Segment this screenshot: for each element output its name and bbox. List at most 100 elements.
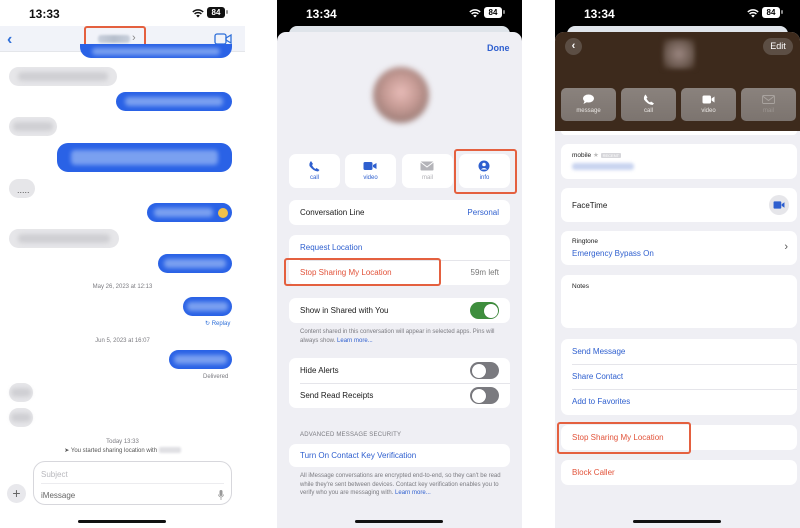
contact-sheet: ‹ Edit message call video mail mobile ★ …: [555, 32, 800, 528]
phone-number-blurred: [572, 163, 634, 170]
video-button[interactable]: video: [681, 88, 736, 121]
messages-conversation-screen: 13:33 84 ‹ › ..... May 26, 2023 at 12:13…: [0, 0, 245, 528]
shared-with-you-row: Show in Shared with You: [289, 298, 510, 323]
subject-input[interactable]: Subject: [41, 470, 68, 479]
message-bubble-outgoing[interactable]: [147, 203, 232, 222]
edit-button[interactable]: Edit: [763, 38, 793, 55]
message-bubble-incoming[interactable]: [9, 117, 57, 136]
shared-with-you-footnote: Content shared in this conversation will…: [300, 329, 495, 344]
back-chevron-icon[interactable]: ‹: [7, 31, 12, 49]
facetime-video-button[interactable]: [769, 195, 789, 215]
done-button[interactable]: Done: [487, 43, 510, 53]
header-card-edge: [561, 131, 797, 135]
call-button[interactable]: call: [289, 154, 340, 188]
message-bubble-outgoing[interactable]: [57, 143, 232, 172]
message-bubble-icon: [583, 94, 594, 104]
read-receipts-toggle[interactable]: [470, 387, 499, 404]
stop-sharing-highlight-box: [557, 422, 691, 454]
today-timestamp: Today 13:33: [106, 439, 139, 445]
contact-name-blurred: [158, 447, 181, 454]
mail-button[interactable]: mail: [402, 154, 453, 188]
battery-tip: [226, 10, 228, 14]
call-button[interactable]: call: [621, 88, 676, 121]
home-indicator[interactable]: [355, 520, 443, 523]
battery-tip: [781, 10, 783, 14]
message-bubble-outgoing[interactable]: [80, 44, 232, 58]
contact-card-screen: 13:34 84 ‹ Edit message call video mail …: [555, 0, 800, 528]
video-camera-icon: [773, 201, 785, 209]
conversation-line-value[interactable]: Personal: [467, 208, 499, 217]
compose-divider: [41, 483, 224, 484]
battery-icon: 84: [762, 7, 780, 18]
mail-button[interactable]: mail: [741, 88, 796, 121]
status-bar: 13:33 84: [0, 0, 245, 26]
security-footnote: All iMessage conversations are encrypted…: [300, 473, 501, 496]
video-button[interactable]: video: [345, 154, 396, 188]
message-bubble-outgoing[interactable]: [169, 350, 232, 369]
back-button[interactable]: ‹: [565, 38, 582, 55]
conversation-info-screen: 13:34 84 Done call video mail info Conve…: [277, 0, 522, 528]
learn-more-link[interactable]: Learn more...: [395, 490, 431, 496]
share-contact-row[interactable]: Share Contact: [561, 364, 797, 389]
message-bubble-outgoing[interactable]: [116, 92, 232, 111]
stop-sharing-highlight-box: [284, 258, 441, 286]
facetime-card: FaceTime: [561, 188, 797, 222]
emoji-icon: [218, 208, 228, 218]
add-attachment-button[interactable]: +: [7, 484, 26, 503]
compose-field[interactable]: Subject iMessage: [33, 461, 232, 505]
ringtone-card[interactable]: Ringtone Emergency Bypass On ›: [561, 231, 797, 265]
ringtone-label: Ringtone: [572, 238, 599, 245]
conversation-line-row[interactable]: Conversation Line Personal: [289, 200, 510, 225]
read-receipts-row: Send Read Receipts: [289, 383, 510, 408]
star-icon: ★: [592, 152, 599, 159]
status-time: 13:34: [306, 7, 337, 21]
ringtone-value: Emergency Bypass On: [572, 249, 654, 258]
message-button[interactable]: message: [561, 88, 616, 121]
chevron-right-icon: ›: [132, 32, 136, 44]
recent-badge: RECENT: [600, 152, 622, 158]
request-location-row[interactable]: Request Location: [289, 235, 510, 260]
contact-key-card: Turn On Contact Key Verification: [289, 444, 510, 467]
microphone-icon[interactable]: [218, 490, 224, 500]
message-bubble-incoming[interactable]: [9, 383, 33, 402]
message-bubble-incoming[interactable]: [9, 67, 117, 86]
battery-tip: [503, 10, 505, 14]
timestamp: Jun 5, 2023 at 16:07: [95, 338, 150, 344]
security-section-header: ADVANCED MESSAGE SECURITY: [300, 432, 402, 438]
send-message-row[interactable]: Send Message: [561, 339, 797, 364]
imessage-input[interactable]: iMessage: [41, 491, 75, 500]
hide-alerts-row: Hide Alerts: [289, 358, 510, 383]
message-bubble-incoming[interactable]: .....: [9, 179, 35, 198]
mail-icon: [762, 95, 775, 104]
message-bubble-outgoing[interactable]: [158, 254, 232, 273]
home-indicator[interactable]: [78, 520, 166, 523]
learn-more-link[interactable]: Learn more...: [337, 338, 373, 344]
shared-with-you-card: Show in Shared with You: [289, 298, 510, 323]
contact-key-verification-row[interactable]: Turn On Contact Key Verification: [289, 443, 510, 468]
contact-actions-card: Send Message Share Contact Add to Favori…: [561, 339, 797, 415]
home-indicator[interactable]: [633, 520, 721, 523]
phone-number-card[interactable]: mobile ★ RECENT: [561, 144, 797, 179]
shared-with-you-toggle[interactable]: [470, 302, 499, 319]
notes-label: Notes: [572, 283, 589, 290]
conversation-line-card: Conversation Line Personal: [289, 200, 510, 225]
message-bubble-incoming[interactable]: [9, 408, 33, 427]
block-caller-card: Block Caller: [561, 460, 797, 485]
info-highlight-box: [454, 149, 517, 194]
add-to-favorites-row[interactable]: Add to Favorites: [561, 389, 797, 414]
facetime-label: FaceTime: [572, 201, 608, 210]
notes-card[interactable]: Notes: [561, 275, 797, 328]
block-caller-row[interactable]: Block Caller: [561, 460, 797, 485]
hide-alerts-toggle[interactable]: [470, 362, 499, 379]
video-camera-icon: [702, 95, 715, 104]
status-time: 13:34: [584, 7, 615, 21]
phone-label: mobile ★ RECENT: [572, 152, 622, 159]
message-bubble-outgoing[interactable]: [183, 297, 232, 316]
replay-link[interactable]: ↻ Replay: [205, 320, 230, 327]
timestamp: May 26, 2023 at 12:13: [92, 284, 153, 290]
status-bar: 13:34 84: [277, 0, 522, 26]
status-bar: 13:34 84: [555, 0, 800, 26]
battery-icon: 84: [484, 7, 502, 18]
battery-icon: 84: [207, 7, 225, 18]
message-bubble-incoming[interactable]: [9, 229, 119, 248]
